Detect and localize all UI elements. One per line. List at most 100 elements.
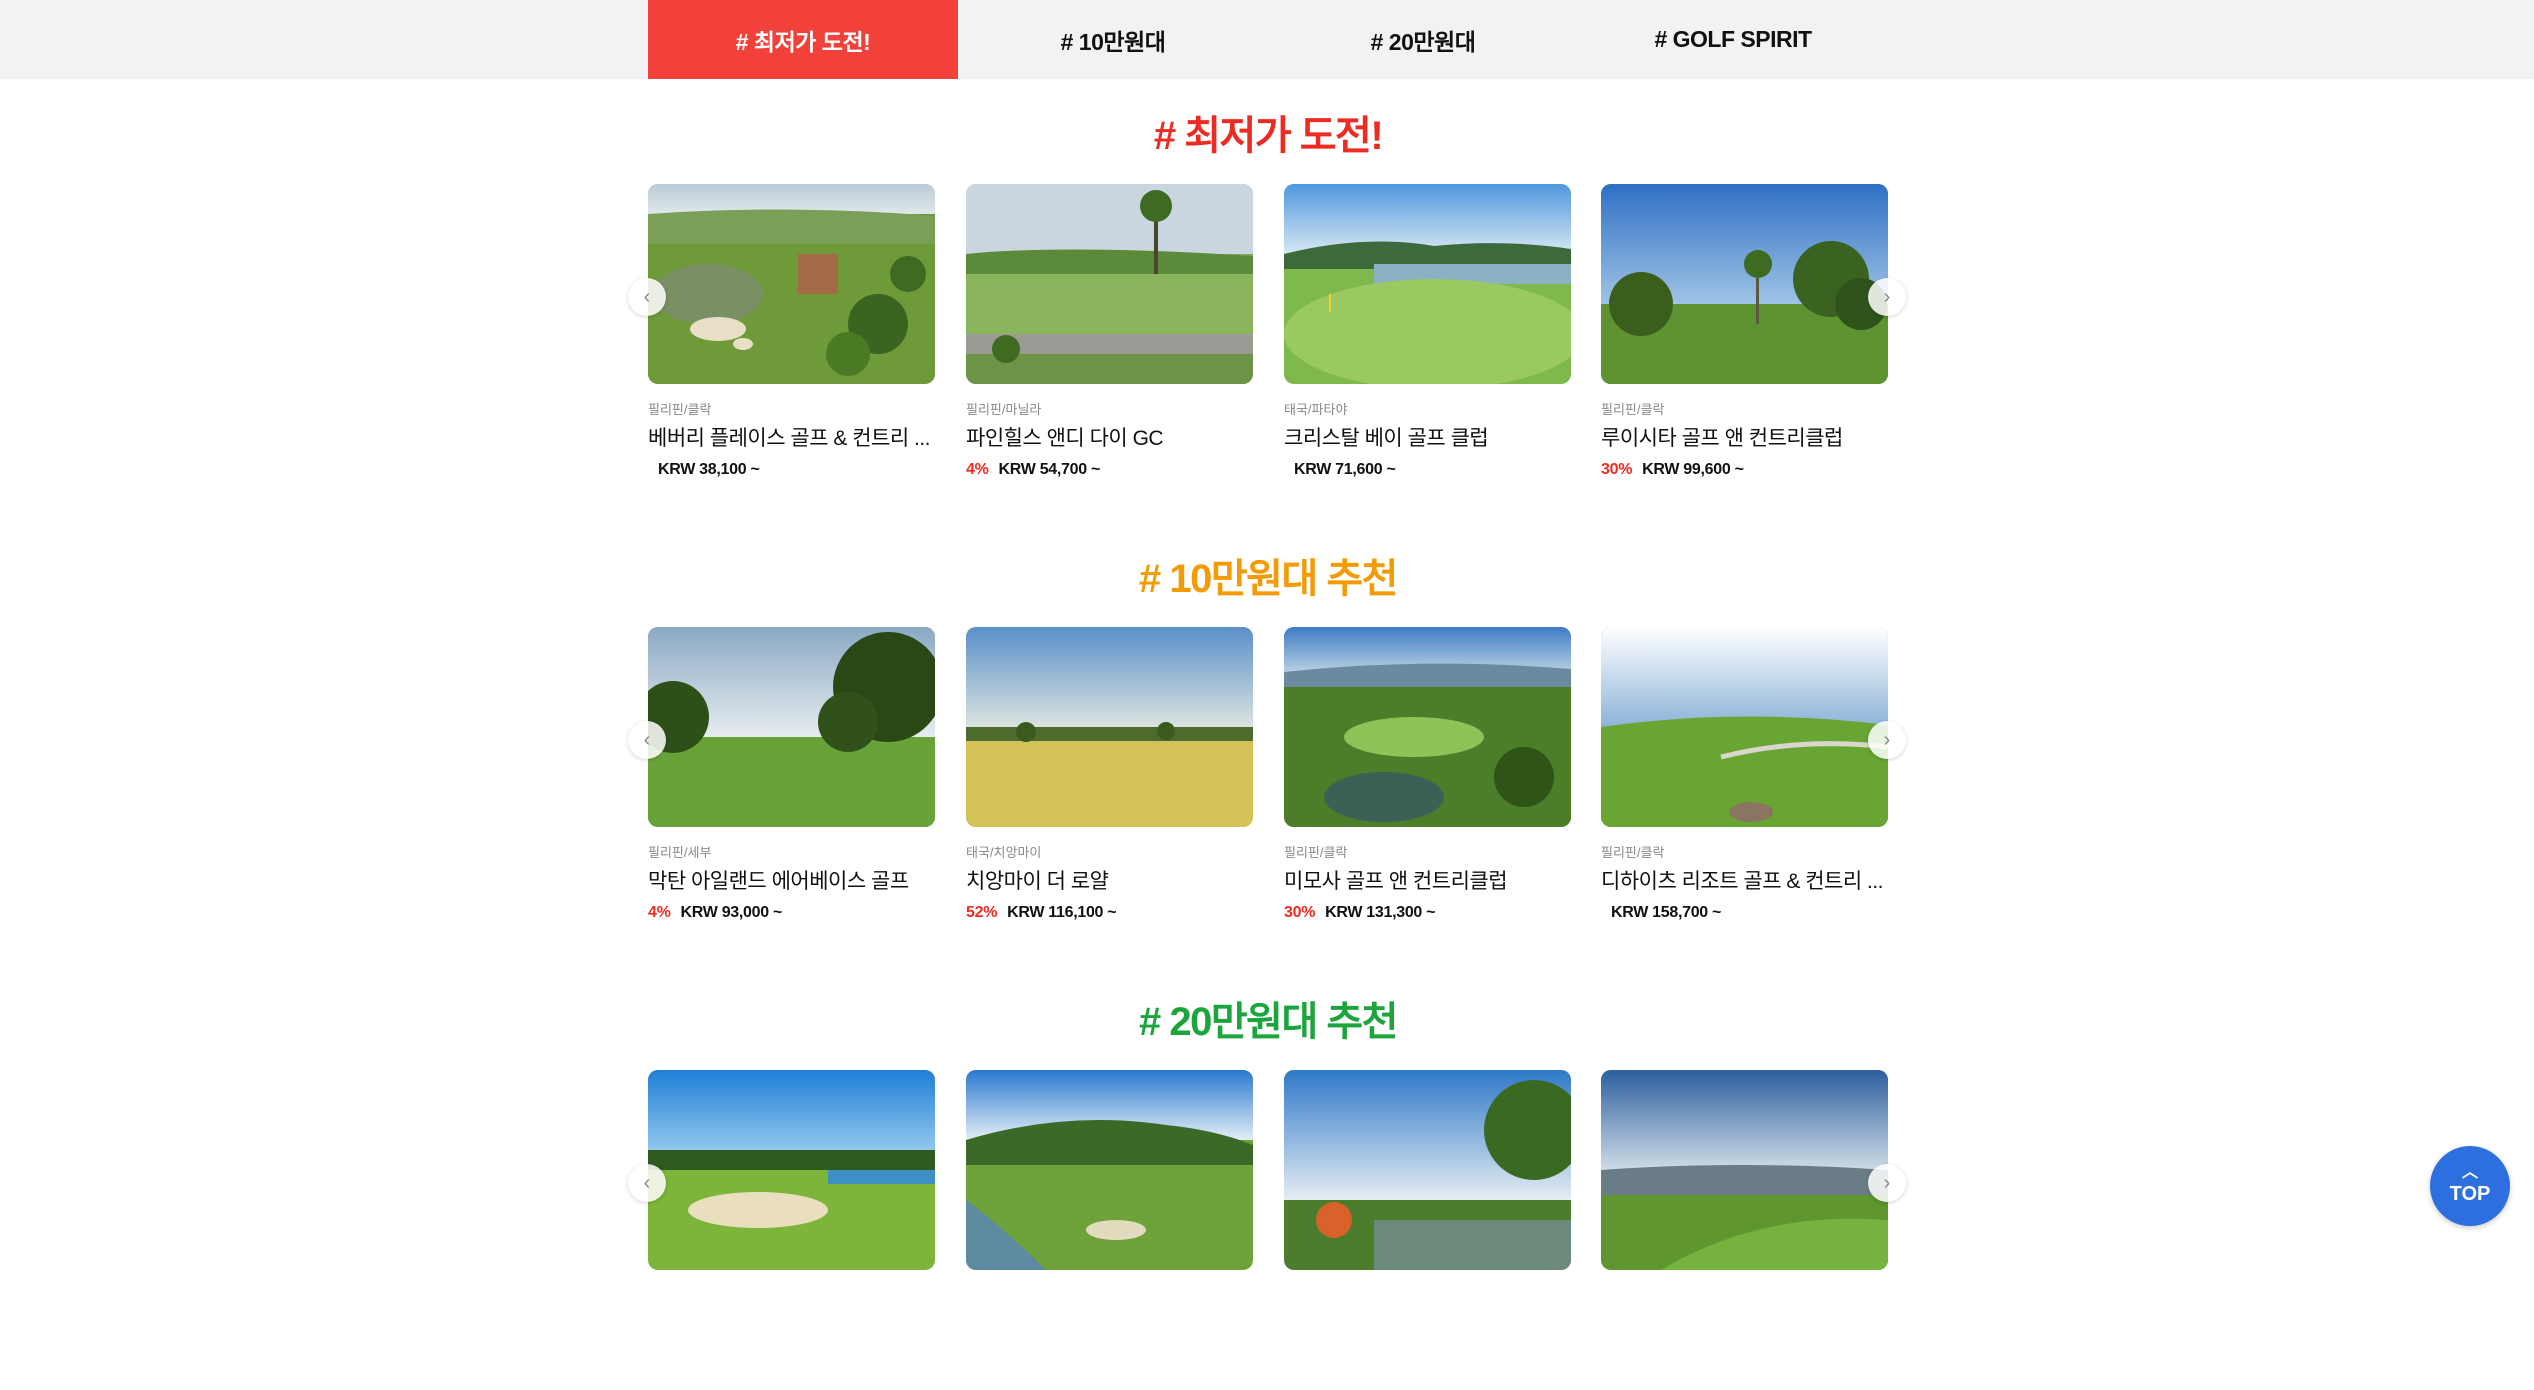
course-image xyxy=(1284,184,1571,384)
course-image-graphic xyxy=(1284,627,1571,827)
course-image-graphic xyxy=(1284,184,1571,384)
card-carousel: 필리핀/클락 베버리 플레이스 골프 & 컨트리 ... KRW 38,100 … xyxy=(628,184,1906,504)
course-price: KRW 158,700 ~ xyxy=(1611,904,1722,921)
tab-lowest-price[interactable]: # 최저가 도전! xyxy=(648,0,958,79)
tabs: # 최저가 도전! # 10만원대 # 20만원대 # GOLF SPIRIT xyxy=(648,0,1888,79)
chevron-up-icon: ︿ xyxy=(2461,1163,2478,1181)
course-region: 필리핀/마닐라 xyxy=(966,402,1042,417)
course-image xyxy=(1284,1070,1571,1270)
course-name: 베버리 플레이스 골프 & 컨트리 ... xyxy=(648,427,931,450)
discount-rate: 30% xyxy=(1284,904,1316,921)
course-card[interactable]: 필리핀/마닐라 파인힐스 앤디 다이 GC 4% KRW 54,700 ~ xyxy=(966,184,1253,480)
carousel-next-button[interactable]: › xyxy=(1868,721,1906,759)
chevron-left-icon: ‹ xyxy=(643,728,651,751)
course-price: KRW 54,700 ~ xyxy=(998,461,1101,478)
course-region: 필리핀/클락 xyxy=(1601,845,1665,860)
course-name: 미모사 골프 앤 컨트리클럽 xyxy=(1284,870,1508,893)
course-price: KRW 38,100 ~ xyxy=(658,461,760,478)
course-name: 파인힐스 앤디 다이 GC xyxy=(966,427,1164,450)
course-image xyxy=(1601,1070,1888,1270)
course-region: 필리핀/클락 xyxy=(1601,402,1665,417)
course-region: 필리핀/세부 xyxy=(648,845,712,860)
course-price: KRW 116,100 ~ xyxy=(1007,904,1117,921)
tab-200k[interactable]: # 20만원대 xyxy=(1268,0,1578,79)
section-title: # 20만원대 추천 xyxy=(1139,1000,1398,1044)
category-tab-bar: # 최저가 도전! # 10만원대 # 20만원대 # GOLF SPIRIT xyxy=(0,0,2534,79)
card-carousel: ‹ › xyxy=(628,1070,1906,1390)
chevron-right-icon: › xyxy=(1883,285,1891,308)
section-title: # 10만원대 추천 xyxy=(1139,557,1398,601)
course-card[interactable] xyxy=(1284,1070,1571,1270)
course-card[interactable] xyxy=(1601,1070,1888,1270)
course-image xyxy=(648,1070,935,1270)
course-image xyxy=(1284,627,1571,827)
course-image xyxy=(966,1070,1253,1270)
course-image xyxy=(966,184,1253,384)
course-card[interactable]: 태국/치앙마이 치앙마이 더 로얄 52% KRW 116,100 ~ xyxy=(966,627,1253,923)
price-row: KRW 38,100 ~ xyxy=(648,460,935,480)
course-image xyxy=(648,627,935,827)
discount-rate: 4% xyxy=(966,461,989,478)
course-image-graphic xyxy=(1601,184,1888,384)
course-name: 크리스탈 베이 골프 클럽 xyxy=(1284,427,1489,450)
course-image xyxy=(1601,627,1888,827)
price-row: KRW 71,600 ~ xyxy=(1284,460,1571,480)
price-row: 4% KRW 54,700 ~ xyxy=(966,460,1253,480)
course-card[interactable] xyxy=(966,1070,1253,1270)
discount-rate: 30% xyxy=(1601,461,1633,478)
course-name: 루이시타 골프 앤 컨트리클럽 xyxy=(1601,427,1843,450)
course-card[interactable]: 필리핀/세부 막탄 아일랜드 에어베이스 골프 4% KRW 93,000 ~ xyxy=(648,627,935,923)
course-price: KRW 93,000 ~ xyxy=(680,904,783,921)
course-region: 태국/파타야 xyxy=(1284,402,1348,417)
chevron-right-icon: › xyxy=(1883,728,1891,751)
tab-100k[interactable]: # 10만원대 xyxy=(958,0,1268,79)
carousel-prev-button[interactable]: ‹ xyxy=(628,721,666,759)
course-image-graphic xyxy=(1284,1070,1571,1270)
course-card[interactable]: 필리핀/클락 루이시타 골프 앤 컨트리클럽 30% KRW 99,600 ~ xyxy=(1601,184,1888,480)
price-row: KRW 158,700 ~ xyxy=(1601,903,1888,923)
course-card[interactable]: 필리핀/클락 디하이츠 리조트 골프 & 컨트리 ... KRW 158,700… xyxy=(1601,627,1888,923)
course-image-graphic xyxy=(648,184,935,384)
card-carousel: 필리핀/세부 막탄 아일랜드 에어베이스 골프 4% KRW 93,000 ~ xyxy=(628,627,1906,947)
course-name: 치앙마이 더 로얄 xyxy=(966,870,1109,893)
course-region: 태국/치앙마이 xyxy=(966,845,1042,860)
course-price: KRW 99,600 ~ xyxy=(1642,461,1744,478)
course-name: 디하이츠 리조트 골프 & 컨트리 ... xyxy=(1601,870,1884,893)
course-price: KRW 131,300 ~ xyxy=(1325,904,1436,921)
discount-rate: 4% xyxy=(648,904,671,921)
course-image xyxy=(1601,184,1888,384)
chevron-left-icon: ‹ xyxy=(643,1171,651,1194)
chevron-left-icon: ‹ xyxy=(643,285,651,308)
course-image-graphic xyxy=(648,1070,935,1270)
price-row: 30% KRW 99,600 ~ xyxy=(1601,460,1888,480)
top-button-label: TOP xyxy=(2449,1182,2491,1205)
discount-rate: 52% xyxy=(966,904,998,921)
course-price: KRW 71,600 ~ xyxy=(1294,461,1396,478)
course-image-graphic xyxy=(1601,627,1888,827)
carousel-prev-button[interactable]: ‹ xyxy=(628,1164,666,1202)
course-region: 필리핀/클락 xyxy=(1284,845,1348,860)
course-image-graphic xyxy=(966,1070,1253,1270)
chevron-right-icon: › xyxy=(1883,1171,1891,1194)
course-image xyxy=(648,184,935,384)
course-image-graphic xyxy=(648,627,935,827)
carousel-prev-button[interactable]: ‹ xyxy=(628,278,666,316)
carousel-next-button[interactable]: › xyxy=(1868,278,1906,316)
tab-golf-spirit[interactable]: # GOLF SPIRIT xyxy=(1578,0,1888,79)
carousel-next-button[interactable]: › xyxy=(1868,1164,1906,1202)
course-image-graphic xyxy=(1601,1070,1888,1270)
course-image xyxy=(966,627,1253,827)
course-region: 필리핀/클락 xyxy=(648,402,712,417)
course-card[interactable] xyxy=(648,1070,935,1270)
course-name: 막탄 아일랜드 에어베이스 골프 xyxy=(648,870,909,893)
section-title: # 최저가 도전! xyxy=(1153,114,1384,158)
price-row: 52% KRW 116,100 ~ xyxy=(966,903,1253,923)
price-row: 4% KRW 93,000 ~ xyxy=(648,903,935,923)
course-card[interactable]: 필리핀/클락 미모사 골프 앤 컨트리클럽 30% KRW 131,300 ~ xyxy=(1284,627,1571,923)
price-row: 30% KRW 131,300 ~ xyxy=(1284,903,1571,923)
course-image-graphic xyxy=(966,627,1253,827)
course-image-graphic xyxy=(966,184,1253,384)
scroll-top-button[interactable]: ︿ TOP xyxy=(2430,1146,2510,1226)
course-card[interactable]: 태국/파타야 크리스탈 베이 골프 클럽 KRW 71,600 ~ xyxy=(1284,184,1571,480)
course-card[interactable]: 필리핀/클락 베버리 플레이스 골프 & 컨트리 ... KRW 38,100 … xyxy=(648,184,935,480)
